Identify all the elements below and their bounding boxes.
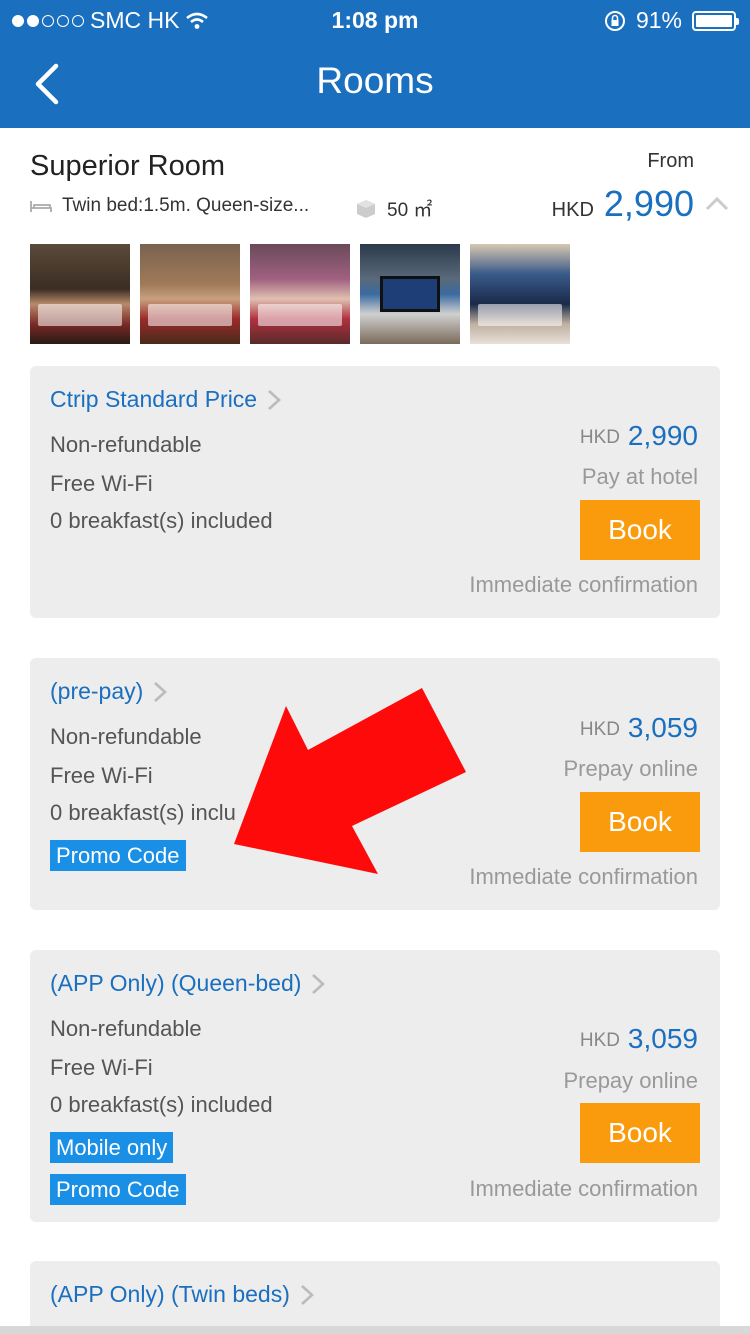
breakfast-info: 0 breakfast(s) included [50, 1092, 273, 1117]
breakfast-info: 0 breakfast(s) included [50, 508, 273, 533]
promo-code-badge: Promo Code [50, 1174, 186, 1205]
chevron-right-icon [312, 973, 326, 994]
rate-currency: HKD [579, 427, 620, 448]
chevron-right-icon [268, 389, 282, 410]
status-right: 91% [604, 7, 739, 34]
room-name: Superior Room [30, 150, 226, 182]
battery-percent: 91% [635, 7, 682, 33]
page-title: Rooms [316, 60, 434, 101]
rotation-lock-icon [604, 10, 625, 31]
from-price: HKD 2,990 [552, 183, 694, 225]
room-photo-1[interactable] [30, 244, 130, 344]
collapse-chevron-up-icon[interactable] [704, 196, 730, 212]
book-button[interactable]: Book [580, 500, 700, 560]
promo-code-badge: Promo Code [50, 840, 186, 871]
room-photo-3[interactable] [250, 244, 350, 344]
nav-bar: Rooms [0, 40, 750, 128]
book-button[interactable]: Book [580, 1103, 700, 1163]
rate-name-link[interactable]: (pre-pay) [50, 678, 168, 705]
rate-currency: HKD [579, 1030, 620, 1051]
chevron-right-icon [154, 681, 168, 702]
refund-policy: Non-refundable [50, 1016, 202, 1041]
book-button[interactable]: Book [580, 792, 700, 852]
area-info: 50 ㎡ [355, 195, 432, 222]
rate-price: 2,990 [627, 420, 698, 451]
bed-text: Twin bed:1.5m. Queen-size... [62, 195, 310, 216]
payment-method: Prepay online [563, 1068, 698, 1093]
breakfast-info: 0 breakfast(s) inclu [50, 800, 236, 825]
room-photo-4[interactable] [360, 244, 460, 344]
rate-price: 3,059 [627, 1023, 698, 1054]
payment-method: Prepay online [563, 756, 698, 781]
rate-name-link[interactable]: (APP Only) (Twin beds) [50, 1281, 314, 1308]
refund-policy: Non-refundable [50, 724, 202, 749]
wifi-info: Free Wi-Fi [50, 1055, 153, 1080]
rate-card: (APP Only) (Twin beds) [30, 1261, 720, 1334]
rate-name-link[interactable]: (APP Only) (Queen-bed) [50, 970, 326, 997]
rate-card: (APP Only) (Queen-bed) Non-refundable Fr… [30, 950, 720, 1222]
status-bar: SMC HK 1:08 pm 91% [0, 0, 750, 40]
from-label: From [647, 150, 694, 172]
confirmation-info: Immediate confirmation [469, 864, 698, 889]
rate-price: 3,059 [627, 712, 698, 743]
bottom-divider [0, 1326, 750, 1334]
area-cube-icon [357, 199, 375, 218]
rate-name-link[interactable]: Ctrip Standard Price [50, 386, 282, 413]
red-arrow-annotation [234, 688, 466, 874]
refund-policy: Non-refundable [50, 432, 202, 457]
mobile-only-badge: Mobile only [50, 1132, 174, 1163]
payment-method: Pay at hotel [581, 464, 698, 489]
room-photos [30, 244, 570, 344]
confirmation-info: Immediate confirmation [469, 1176, 698, 1201]
confirmation-info: Immediate confirmation [469, 572, 698, 597]
battery-icon [692, 10, 739, 31]
room-photo-5[interactable] [470, 244, 570, 344]
rate-card: Ctrip Standard Price Non-refundable Free… [30, 366, 720, 618]
rate-currency: HKD [579, 719, 620, 740]
room-photo-2[interactable] [140, 244, 240, 344]
bed-icon [30, 201, 52, 212]
from-price-value: 2,990 [603, 183, 694, 224]
from-currency: HKD [551, 199, 594, 221]
area-text: 50 ㎡ [387, 200, 433, 221]
wifi-info: Free Wi-Fi [50, 763, 153, 788]
wifi-info: Free Wi-Fi [50, 471, 153, 496]
chevron-right-icon [301, 1284, 314, 1305]
bed-info: Twin bed:1.5m. Queen-size... [30, 195, 309, 217]
